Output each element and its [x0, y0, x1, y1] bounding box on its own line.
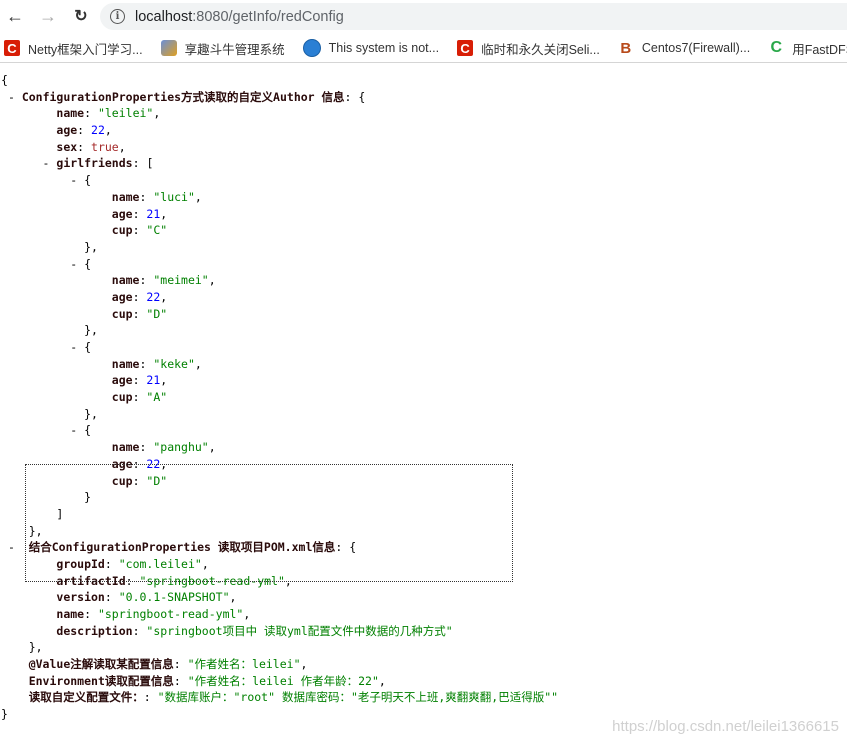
- json-row: version: "0.0.1-SNAPSHOT",: [56, 590, 237, 605]
- json-row: age: 21,: [111, 206, 168, 221]
- url-text[interactable]: localhost:8080/getInfo/redConfig: [135, 9, 344, 25]
- game-icon: [160, 40, 177, 56]
- bookmark-selinux[interactable]: C 临时和永久关闭Seli...: [457, 39, 600, 58]
- json-row: age: 22,: [111, 289, 168, 304]
- collapse-toggle[interactable]: -: [70, 423, 77, 437]
- json-row: @Value注解读取某配置信息: "作者姓名：leilei",: [28, 657, 308, 672]
- json-row: cup: "D": [111, 306, 168, 321]
- bookmark-label: Netty框架入门学习...: [28, 42, 143, 57]
- back-icon[interactable]: ←: [6, 6, 24, 26]
- collapse-toggle[interactable]: -: [8, 90, 15, 104]
- collapse-toggle[interactable]: -: [70, 340, 77, 354]
- json-row: name: "springboot-read-yml",: [56, 607, 251, 621]
- json-row: sex: true,: [56, 139, 126, 154]
- json-row: cup: "A": [111, 390, 168, 405]
- json-close-brace: }: [1, 707, 8, 722]
- jb-icon: B: [620, 39, 632, 57]
- reload-icon[interactable]: ↻: [72, 7, 90, 25]
- collapse-toggle[interactable]: -: [43, 156, 50, 170]
- json-row: name: "keke",: [111, 356, 202, 371]
- watermark: https://blog.csdn.net/leilei1366615: [612, 718, 839, 735]
- json-open-brace: {: [1, 73, 8, 87]
- json-row: cup: "C": [111, 223, 168, 238]
- address-bar[interactable]: i localhost:8080/getInfo/redConfig: [100, 3, 847, 30]
- json-row: name: "leilei",: [56, 106, 161, 121]
- json-row: name: "meimei",: [111, 273, 216, 288]
- focus-outline: [25, 464, 513, 582]
- bookmarks-bar: C Netty框架入门学习... 享趣斗牛管理系统 This system is …: [0, 34, 847, 63]
- bookmark-label: This system is not...: [328, 41, 440, 55]
- bookmark-fastdfs[interactable]: C 用FastDFS一: [768, 39, 847, 58]
- json-row: Environment读取配置信息: "作者姓名：leilei 作者年龄：22"…: [28, 673, 386, 688]
- json-girlfriends-header: - girlfriends: [: [42, 156, 154, 171]
- json-row: 读取自定义配置文件：: "数据库账户："root" 数据库密码："老子明天不上班…: [28, 690, 559, 705]
- bookmark-centos[interactable]: B Centos7(Firewall)...: [618, 39, 751, 57]
- bookmark-label: 享趣斗牛管理系统: [184, 42, 285, 57]
- json-viewer: { - ConfigurationProperties方式读取的自定义Autho…: [1, 73, 559, 722]
- bookmark-label: 用FastDFS一: [792, 42, 847, 57]
- info-icon[interactable]: i: [110, 9, 125, 24]
- forward-icon[interactable]: →: [39, 6, 57, 26]
- bookmark-netty[interactable]: C Netty框架入门学习...: [4, 39, 143, 58]
- json-row: name: "luci",: [111, 189, 202, 204]
- collapse-toggle[interactable]: -: [70, 257, 77, 271]
- bookmark-label: 临时和永久关闭Seli...: [481, 42, 600, 57]
- collapse-toggle[interactable]: -: [70, 173, 77, 187]
- collapse-toggle[interactable]: -: [8, 540, 15, 554]
- bookmark-system[interactable]: This system is not...: [302, 39, 440, 57]
- bookmark-label: Centos7(Firewall)...: [641, 41, 751, 55]
- csdn-c-icon: C: [4, 40, 20, 56]
- json-row: name: "panghu",: [111, 440, 216, 455]
- bookmark-game[interactable]: 享趣斗牛管理系统: [160, 39, 285, 58]
- json-author-header: - ConfigurationProperties方式读取的自定义Author …: [7, 89, 366, 104]
- globe-icon: [302, 39, 321, 57]
- json-row: age: 21,: [111, 373, 168, 388]
- csdn-c-icon: C: [457, 40, 474, 56]
- json-row: description: "springboot项目中 读取yml配置文件中数据…: [56, 623, 453, 638]
- json-row: age: 22,: [56, 123, 112, 138]
- green-c-icon: C: [770, 39, 782, 56]
